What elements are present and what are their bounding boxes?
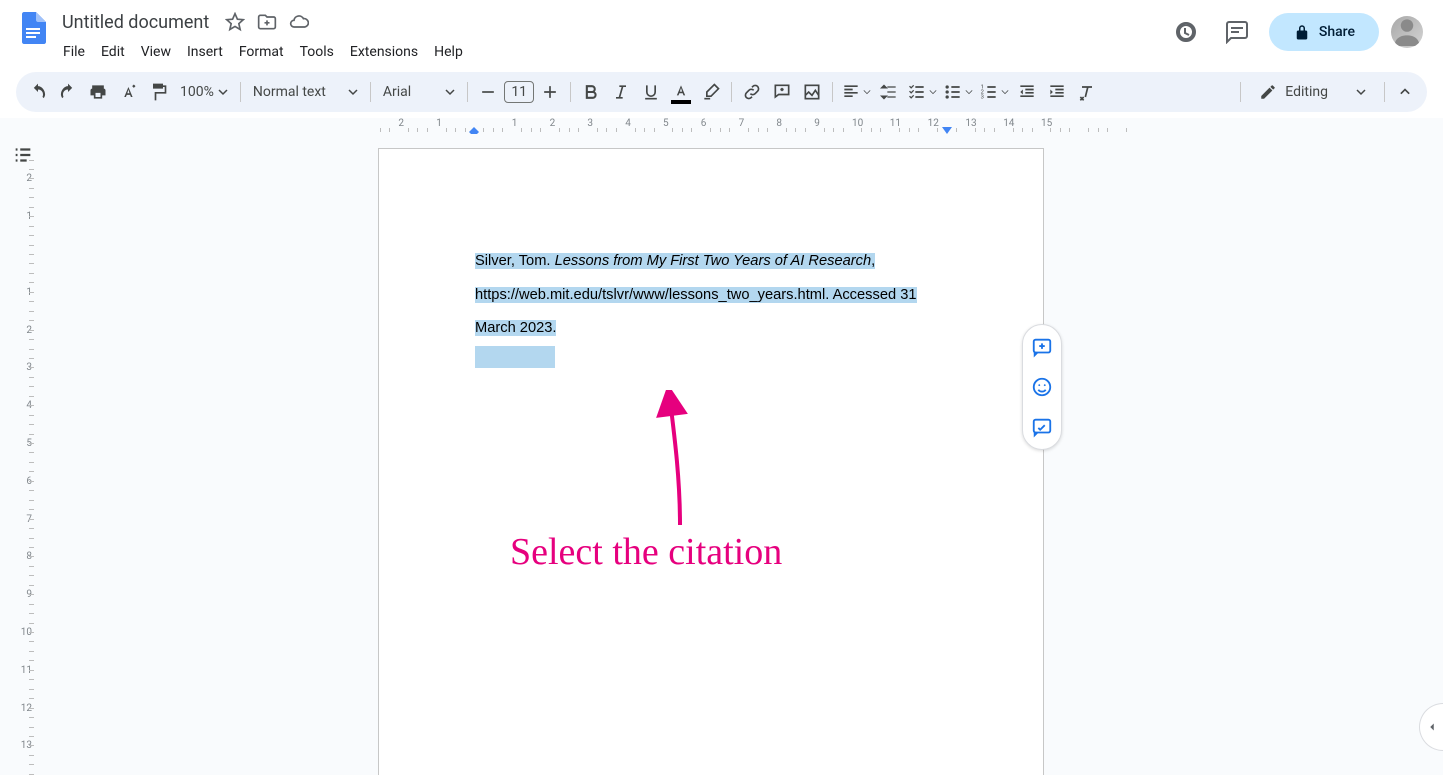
floating-comment-toolbar [1022,324,1062,450]
add-comment-button[interactable] [1028,333,1056,361]
share-button[interactable]: Share [1269,13,1379,51]
app-header: Untitled document File Edit View Insert … [0,0,1443,68]
document-title[interactable]: Untitled document [56,10,215,35]
menu-view[interactable]: View [134,40,178,64]
menu-insert[interactable]: Insert [180,40,230,64]
lock-icon [1293,23,1311,41]
font-family-dropdown[interactable]: Arial [377,78,461,106]
increase-indent-button[interactable] [1043,78,1071,106]
menu-bar: File Edit View Insert Format Tools Exten… [56,38,470,66]
page-text[interactable]: Silver, Tom. Lessons from My First Two Y… [379,149,1043,380]
print-button[interactable] [84,78,112,106]
citation-title[interactable]: Lessons from My First Two Years of AI Re… [555,253,872,269]
pencil-icon [1259,83,1277,101]
paragraph-style-dropdown[interactable]: Normal text [247,78,364,106]
vertical-ruler[interactable]: 2112345678910111213 [0,134,38,775]
checklist-button[interactable] [905,78,939,106]
toolbar: 100% Normal text Arial 11 123 Editing [16,72,1427,112]
underline-button[interactable] [637,78,665,106]
suggest-edits-button[interactable] [1028,413,1056,441]
history-icon[interactable] [1165,12,1205,52]
account-avatar[interactable] [1391,16,1423,48]
highlight-color-button[interactable] [697,78,725,106]
collapse-toolbar-button[interactable] [1391,78,1419,106]
increase-font-size-button[interactable] [536,78,564,106]
share-label: Share [1319,24,1355,40]
bulleted-list-button[interactable] [941,78,975,106]
insert-image-button[interactable] [798,78,826,106]
document-outline-button[interactable] [8,140,38,170]
redo-button[interactable] [54,78,82,106]
line-spacing-button[interactable] [875,78,903,106]
header-actions: Share [1165,8,1431,52]
clear-formatting-button[interactable] [1073,78,1101,106]
menu-file[interactable]: File [56,40,92,64]
text-color-button[interactable] [667,78,695,106]
menu-extensions[interactable]: Extensions [343,40,425,64]
numbered-list-button[interactable]: 123 [977,78,1011,106]
font-size-control: 11 [474,78,564,106]
bold-button[interactable] [577,78,605,106]
add-emoji-reaction-button[interactable] [1028,373,1056,401]
paint-format-button[interactable] [144,78,172,106]
document-page[interactable]: Silver, Tom. Lessons from My First Two Y… [378,148,1044,775]
cloud-status-icon[interactable] [287,10,311,34]
menu-edit[interactable]: Edit [94,40,132,64]
insert-link-button[interactable] [738,78,766,106]
spellcheck-button[interactable] [114,78,142,106]
star-icon[interactable] [223,10,247,34]
insert-comment-button[interactable] [768,78,796,106]
italic-button[interactable] [607,78,635,106]
title-area: Untitled document File Edit View Insert … [56,8,470,66]
font-size-input[interactable]: 11 [504,81,534,103]
comments-icon[interactable] [1217,12,1257,52]
decrease-font-size-button[interactable] [474,78,502,106]
menu-format[interactable]: Format [232,40,291,64]
selection-trailing-highlight [475,346,555,368]
menu-help[interactable]: Help [427,40,470,64]
citation-author[interactable]: Silver, Tom. [475,253,555,269]
zoom-dropdown[interactable]: 100% [174,78,234,106]
decrease-indent-button[interactable] [1013,78,1041,106]
menu-tools[interactable]: Tools [293,40,341,64]
editing-mode-dropdown[interactable]: Editing [1247,83,1378,101]
document-canvas: 21123456789101112131415 2112345678910111… [0,118,1443,775]
undo-button[interactable] [24,78,52,106]
move-icon[interactable] [255,10,279,34]
align-button[interactable] [839,78,873,106]
docs-logo[interactable] [12,8,52,48]
horizontal-ruler[interactable]: 21123456789101112131415 [38,118,1425,134]
svg-text:3: 3 [981,95,984,101]
